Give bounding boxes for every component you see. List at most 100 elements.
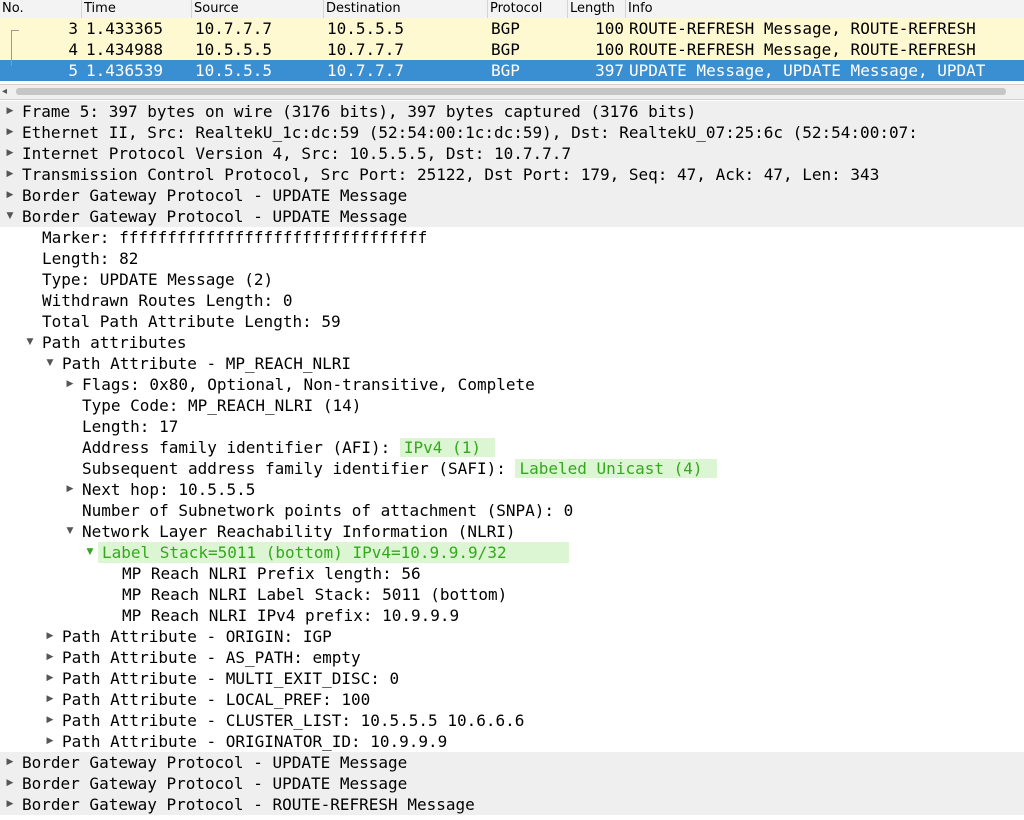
packet-row[interactable]: 4 1.434988 10.5.5.5 10.7.7.7 BGP 100 ROU… xyxy=(0,39,1024,60)
column-length[interactable]: Length xyxy=(568,0,626,18)
tree-item-path-attributes[interactable]: ▼ Path attributes xyxy=(0,332,1024,353)
packet-list-header: No. Time Source Destination Protocol Len… xyxy=(0,0,1024,19)
packet-info: ROUTE-REFRESH Message, ROUTE-REFRESH xyxy=(629,40,976,59)
triangle-right-icon[interactable]: ▶ xyxy=(5,752,15,773)
packet-protocol: BGP xyxy=(491,19,520,38)
triangle-right-icon[interactable]: ▶ xyxy=(5,794,15,815)
packet-row-selected[interactable]: 5 1.436539 10.5.5.5 10.7.7.7 BGP 397 UPD… xyxy=(0,60,1024,81)
tree-item-originator[interactable]: ▶ Path Attribute - ORIGINATOR_ID: 10.9.9… xyxy=(0,731,1024,752)
tree-item-label: Border Gateway Protocol - UPDATE Message xyxy=(22,753,408,772)
safi-value-highlight: Labeled Unicast (4) xyxy=(515,459,717,478)
column-protocol[interactable]: Protocol xyxy=(488,0,568,18)
tree-item-type[interactable]: Type: UPDATE Message (2) xyxy=(0,269,1024,290)
tree-item-withdrawn[interactable]: Withdrawn Routes Length: 0 xyxy=(0,290,1024,311)
tree-item-as-path[interactable]: ▶ Path Attribute - AS_PATH: empty xyxy=(0,647,1024,668)
tree-item-origin[interactable]: ▶ Path Attribute - ORIGIN: IGP xyxy=(0,626,1024,647)
tree-item-bgp[interactable]: ▶ Border Gateway Protocol - UPDATE Messa… xyxy=(0,185,1024,206)
tree-item-med[interactable]: ▶ Path Attribute - MULTI_EXIT_DISC: 0 xyxy=(0,668,1024,689)
triangle-down-icon[interactable]: ▼ xyxy=(5,206,15,227)
tree-item-frame[interactable]: ▶ Frame 5: 397 bytes on wire (3176 bits)… xyxy=(0,101,1024,122)
triangle-down-icon[interactable]: ▼ xyxy=(65,521,75,542)
triangle-right-icon[interactable]: ▶ xyxy=(5,101,15,122)
triangle-right-icon[interactable]: ▶ xyxy=(45,731,55,752)
tree-item-total-path[interactable]: Total Path Attribute Length: 59 xyxy=(0,311,1024,332)
triangle-right-icon[interactable]: ▶ xyxy=(45,710,55,731)
triangle-right-icon[interactable]: ▶ xyxy=(5,164,15,185)
triangle-right-icon[interactable]: ▶ xyxy=(45,689,55,710)
triangle-down-icon[interactable]: ▼ xyxy=(85,542,95,563)
packet-no: 5 xyxy=(68,61,78,80)
tree-item-bgp-expanded[interactable]: ▼ Border Gateway Protocol - UPDATE Messa… xyxy=(0,206,1024,227)
triangle-right-icon[interactable]: ▶ xyxy=(5,143,15,164)
tree-item-marker[interactable]: Marker: ffffffffffffffffffffffffffffffff xyxy=(0,227,1024,248)
triangle-right-icon[interactable]: ▶ xyxy=(5,185,15,206)
tree-item-afi[interactable]: Address family identifier (AFI): IPv4 (1… xyxy=(0,437,1024,458)
tree-item-label: MP Reach NLRI IPv4 prefix: 10.9.9.9 xyxy=(122,606,460,625)
tree-item-bgp-route-refresh[interactable]: ▶ Border Gateway Protocol - ROUTE-REFRES… xyxy=(0,794,1024,815)
tree-item-ethernet[interactable]: ▶ Ethernet II, Src: RealtekU_1c:dc:59 (5… xyxy=(0,122,1024,143)
tree-item-flags[interactable]: ▶ Flags: 0x80, Optional, Non-transitive,… xyxy=(0,374,1024,395)
tree-item-snpa[interactable]: Number of Subnetwork points of attachmen… xyxy=(0,500,1024,521)
column-destination[interactable]: Destination xyxy=(324,0,488,18)
tree-item-next-hop[interactable]: ▶ Next hop: 10.5.5.5 xyxy=(0,479,1024,500)
tree-item-label: MP Reach NLRI Prefix length: 56 xyxy=(122,564,421,583)
packet-length: 100 xyxy=(595,19,624,38)
triangle-right-icon[interactable]: ▶ xyxy=(45,668,55,689)
tree-item-label: Network Layer Reachability Information (… xyxy=(82,522,516,541)
tree-item-nlri-label[interactable]: MP Reach NLRI Label Stack: 5011 (bottom) xyxy=(0,584,1024,605)
tree-item-tcp[interactable]: ▶ Transmission Control Protocol, Src Por… xyxy=(0,164,1024,185)
tree-item-label: Next hop: 10.5.5.5 xyxy=(82,480,256,499)
tree-item-label: Path Attribute - AS_PATH: empty xyxy=(62,648,361,667)
tree-item-mp-reach[interactable]: ▼ Path Attribute - MP_REACH_NLRI xyxy=(0,353,1024,374)
packet-source: 10.5.5.5 xyxy=(195,61,273,80)
tree-item-bgp[interactable]: ▶ Border Gateway Protocol - UPDATE Messa… xyxy=(0,752,1024,773)
tree-item-local-pref[interactable]: ▶ Path Attribute - LOCAL_PREF: 100 xyxy=(0,689,1024,710)
afi-label: Address family identifier (AFI): xyxy=(82,438,400,457)
tree-item-label: Path Attribute - ORIGIN: IGP xyxy=(62,627,332,646)
tree-item-label: Path Attribute - LOCAL_PREF: 100 xyxy=(62,690,371,709)
triangle-right-icon[interactable]: ▶ xyxy=(65,374,75,395)
packet-info: ROUTE-REFRESH Message, ROUTE-REFRESH xyxy=(629,19,976,38)
column-time[interactable]: Time xyxy=(82,0,192,18)
tree-item-label: Border Gateway Protocol - UPDATE Message xyxy=(22,774,408,793)
column-no[interactable]: No. xyxy=(0,0,82,18)
tree-item-cluster-list[interactable]: ▶ Path Attribute - CLUSTER_LIST: 10.5.5.… xyxy=(0,710,1024,731)
packet-time: 1.436539 xyxy=(86,61,164,80)
scroll-left-icon[interactable]: ◂ xyxy=(2,85,7,98)
triangle-right-icon[interactable]: ▶ xyxy=(5,122,15,143)
tree-item-label: MP Reach NLRI Label Stack: 5011 (bottom) xyxy=(122,585,508,604)
tree-item-label: Type Code: MP_REACH_NLRI (14) xyxy=(82,396,362,415)
triangle-down-icon[interactable]: ▼ xyxy=(25,332,35,353)
tree-item-label-stack[interactable]: ▼ Label Stack=5011 (bottom) IPv4=10.9.9.… xyxy=(0,542,1024,563)
triangle-right-icon[interactable]: ▶ xyxy=(65,479,75,500)
tree-item-label: Withdrawn Routes Length: 0 xyxy=(42,291,293,310)
tree-item-nlri[interactable]: ▼ Network Layer Reachability Information… xyxy=(0,521,1024,542)
tree-item-label: Path Attribute - CLUSTER_LIST: 10.5.5.5 … xyxy=(62,711,525,730)
tree-item-type-code[interactable]: Type Code: MP_REACH_NLRI (14) xyxy=(0,395,1024,416)
triangle-right-icon[interactable]: ▶ xyxy=(45,647,55,668)
scrollbar-thumb[interactable] xyxy=(16,88,1006,95)
tree-item-nlri-prefix[interactable]: MP Reach NLRI IPv4 prefix: 10.9.9.9 xyxy=(0,605,1024,626)
tree-item-label: Length: 17 xyxy=(82,417,179,436)
tree-item-label: Type: UPDATE Message (2) xyxy=(42,270,274,289)
packet-time: 1.433365 xyxy=(86,19,164,38)
column-info[interactable]: Info xyxy=(626,0,1024,18)
tree-item-label: Address family identifier (AFI): IPv4 (1… xyxy=(82,437,495,458)
packet-length: 100 xyxy=(595,40,624,59)
label-stack-highlight: Label Stack=5011 (bottom) IPv4=10.9.9.9/… xyxy=(98,542,569,563)
tree-item-attr-length[interactable]: Length: 17 xyxy=(0,416,1024,437)
triangle-right-icon[interactable]: ▶ xyxy=(5,773,15,794)
tree-item-ip[interactable]: ▶ Internet Protocol Version 4, Src: 10.5… xyxy=(0,143,1024,164)
tree-item-length[interactable]: Length: 82 xyxy=(0,248,1024,269)
triangle-right-icon[interactable]: ▶ xyxy=(45,626,55,647)
tree-item-prefix-length[interactable]: MP Reach NLRI Prefix length: 56 xyxy=(0,563,1024,584)
packet-row[interactable]: 3 1.433365 10.7.7.7 10.5.5.5 BGP 100 ROU… xyxy=(0,18,1024,39)
tree-item-label: Border Gateway Protocol - UPDATE Message xyxy=(22,207,408,226)
tree-item-label: Marker: ffffffffffffffffffffffffffffffff xyxy=(42,228,428,247)
triangle-down-icon[interactable]: ▼ xyxy=(45,353,55,374)
tree-item-safi[interactable]: Subsequent address family identifier (SA… xyxy=(0,458,1024,479)
column-source[interactable]: Source xyxy=(192,0,324,18)
tree-item-label: Subsequent address family identifier (SA… xyxy=(82,458,717,479)
tree-item-bgp[interactable]: ▶ Border Gateway Protocol - UPDATE Messa… xyxy=(0,773,1024,794)
horizontal-scrollbar[interactable]: ◂ xyxy=(0,84,1024,100)
